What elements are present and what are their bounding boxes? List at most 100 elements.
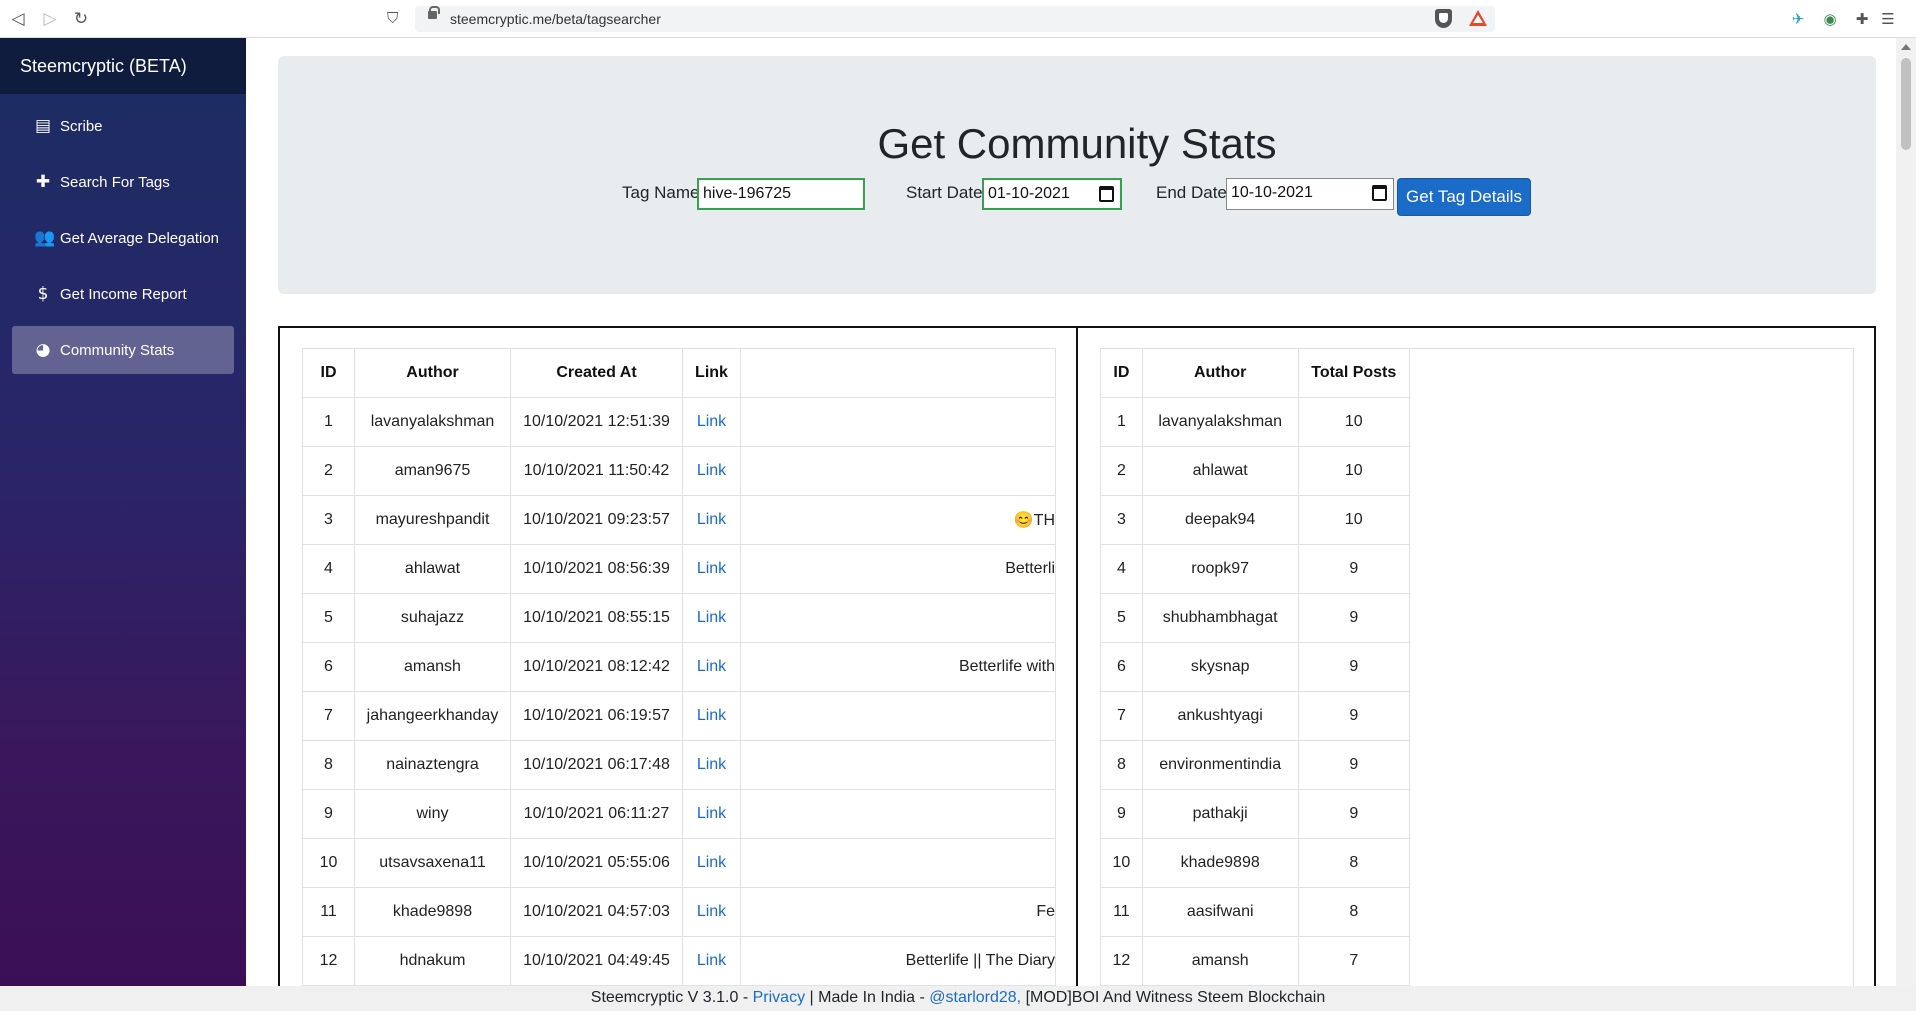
- row-total-posts: 8: [1297, 887, 1411, 937]
- sidebar-item-label: Scribe: [60, 117, 103, 135]
- bookmark-icon[interactable]: ⛉: [387, 9, 398, 27]
- sidebar-item-scribe[interactable]: ▤ Scribe: [12, 102, 234, 150]
- row-author: suhajazz: [354, 593, 511, 643]
- row-link[interactable]: Link: [682, 593, 741, 643]
- brave-rewards-icon[interactable]: [1469, 10, 1487, 26]
- row-link[interactable]: Link: [682, 446, 741, 496]
- table-row: 4 ahlawat 10/10/2021 08:56:39 Link Betterli: [302, 544, 1056, 594]
- row-link[interactable]: Link: [682, 397, 741, 447]
- back-icon[interactable]: ◁: [8, 9, 28, 29]
- table-row: 10 utsavsaxena11 10/10/2021 05:55:06 Link: [302, 838, 1056, 888]
- row-id: 12: [1100, 936, 1143, 986]
- reload-icon[interactable]: ↻: [71, 9, 91, 29]
- row-link[interactable]: Link: [682, 495, 741, 545]
- row-created-at: 10/10/2021 04:49:45: [510, 936, 683, 986]
- sidebar-item-search-tags[interactable]: ✚ Search For Tags: [12, 158, 234, 206]
- table-row: 3 deepak94 10: [1100, 495, 1411, 545]
- row-total-posts: 9: [1297, 642, 1411, 692]
- row-id: 1: [302, 397, 355, 447]
- table-row: 9 winy 10/10/2021 06:11:27 Link: [302, 789, 1056, 839]
- author-link[interactable]: @starlord28,: [929, 989, 1021, 1006]
- row-id: 3: [1100, 495, 1143, 545]
- row-id: 10: [302, 838, 355, 888]
- start-date-input[interactable]: 01-10-2021: [982, 178, 1122, 210]
- row-author: lavanyalakshman: [1141, 397, 1299, 447]
- column-header: Created At: [510, 348, 683, 398]
- row-author: khade9898: [354, 887, 511, 937]
- row-created-at: 10/10/2021 08:12:42: [510, 642, 683, 692]
- end-date-input[interactable]: 10-10-2021: [1226, 178, 1394, 210]
- row-link[interactable]: Link: [682, 740, 741, 790]
- row-created-at: 10/10/2021 09:23:57: [510, 495, 683, 545]
- browser-toolbar: ◁ ▷ ↻ ⛉ steemcryptic.me/beta/tagsearcher…: [0, 0, 1916, 38]
- sidebar-item-community-stats[interactable]: ◕ Community Stats: [12, 326, 234, 374]
- row-author: roopk97: [1141, 544, 1299, 594]
- row-created-at: 10/10/2021 06:11:27: [510, 789, 683, 839]
- table-row: 1 lavanyalakshman 10/10/2021 12:51:39 Link: [302, 397, 1056, 447]
- row-link[interactable]: Link: [682, 936, 741, 986]
- row-author: winy: [354, 789, 511, 839]
- row-link[interactable]: Link: [682, 887, 741, 937]
- row-link[interactable]: Link: [682, 691, 741, 741]
- row-created-at: 10/10/2021 04:57:03: [510, 887, 683, 937]
- scrollbar-thumb[interactable]: [1901, 58, 1911, 150]
- row-id: 12: [302, 936, 355, 986]
- column-header: Link: [682, 348, 741, 398]
- form-row: Tag Name hive-196725 Start Date 01-10-20…: [278, 178, 1876, 216]
- row-id: 9: [1100, 789, 1143, 839]
- table-row: 11 khade9898 10/10/2021 04:57:03 Link Fe: [302, 887, 1056, 937]
- row-total-posts: 7: [1297, 936, 1411, 986]
- scroll-up-icon[interactable]: [1901, 44, 1911, 50]
- footer-made-in: | Made In India -: [805, 989, 930, 1006]
- row-author: aman9675: [354, 446, 511, 496]
- sidebar-item-average-delegation[interactable]: 👥 Get Average Delegation: [12, 214, 234, 262]
- forward-icon[interactable]: ▷: [40, 9, 60, 29]
- row-total-posts: 10: [1297, 446, 1411, 496]
- column-header-blank: [740, 348, 1056, 398]
- lock-icon[interactable]: [428, 6, 440, 20]
- table-row: 5 suhajazz 10/10/2021 08:55:15 Link: [302, 593, 1056, 643]
- totals-panel: ID Author Total Posts 1 lavanyalakshman 10…: [1076, 326, 1876, 1006]
- sidebar-item-label: Community Stats: [60, 341, 175, 359]
- footer: Steemcryptic V 3.1.0 - Privacy | Made In…: [0, 986, 1916, 1011]
- row-id: 9: [302, 789, 355, 839]
- row-link[interactable]: Link: [682, 789, 741, 839]
- row-title: [740, 838, 1056, 888]
- posts-table: ID Author Created At Link 1 lavanyalakshm…: [302, 348, 1056, 986]
- row-id: 8: [302, 740, 355, 790]
- row-link[interactable]: Link: [682, 642, 741, 692]
- brave-shield-icon[interactable]: [1435, 9, 1452, 28]
- row-author: deepak94: [1141, 495, 1299, 545]
- totals-table: ID Author Total Posts 1 lavanyalakshman 10…: [1100, 348, 1411, 986]
- tag-name-input[interactable]: hive-196725: [697, 178, 865, 210]
- row-created-at: 10/10/2021 12:51:39: [510, 397, 683, 447]
- calendar-icon[interactable]: [1372, 185, 1387, 201]
- get-tag-details-button[interactable]: Get Tag Details: [1397, 178, 1531, 216]
- page-scrollbar[interactable]: [1896, 38, 1916, 986]
- column-header: ID: [1100, 348, 1143, 398]
- plus-icon: ✚: [35, 172, 51, 192]
- extension-icon[interactable]: ✈: [1788, 9, 1808, 29]
- sidebar-item-label: Get Income Report: [60, 285, 187, 303]
- row-link[interactable]: Link: [682, 544, 741, 594]
- pie-chart-icon: ◕: [35, 340, 51, 360]
- table-row: 2 ahlawat 10: [1100, 446, 1411, 496]
- table-header-row: ID Author Created At Link: [302, 348, 1056, 398]
- sidebar-item-income-report[interactable]: $ Get Income Report: [12, 270, 234, 318]
- table-row: 2 aman9675 10/10/2021 11:50:42 Link: [302, 446, 1056, 496]
- row-author: shubhambhagat: [1141, 593, 1299, 643]
- url-text[interactable]: steemcryptic.me/beta/tagsearcher: [450, 11, 661, 27]
- sidebar-item-label: Get Average Delegation: [60, 229, 220, 247]
- row-id: 4: [302, 544, 355, 594]
- posts-panel: ID Author Created At Link 1 lavanyalakshm…: [278, 326, 1078, 1006]
- brand-title[interactable]: Steemcryptic (BETA): [0, 38, 246, 94]
- row-link[interactable]: Link: [682, 838, 741, 888]
- calendar-icon[interactable]: [1099, 186, 1114, 202]
- footer-suffix: [MOD]BOI And Witness Steem Blockchain: [1021, 989, 1326, 1006]
- puzzle-icon[interactable]: ✚: [1852, 9, 1872, 29]
- privacy-link[interactable]: Privacy: [753, 989, 805, 1006]
- globe-extension-icon[interactable]: ◉: [1820, 9, 1840, 29]
- menu-icon[interactable]: ☰: [1878, 9, 1898, 29]
- row-title: [740, 691, 1056, 741]
- row-title: Betterli: [740, 544, 1056, 594]
